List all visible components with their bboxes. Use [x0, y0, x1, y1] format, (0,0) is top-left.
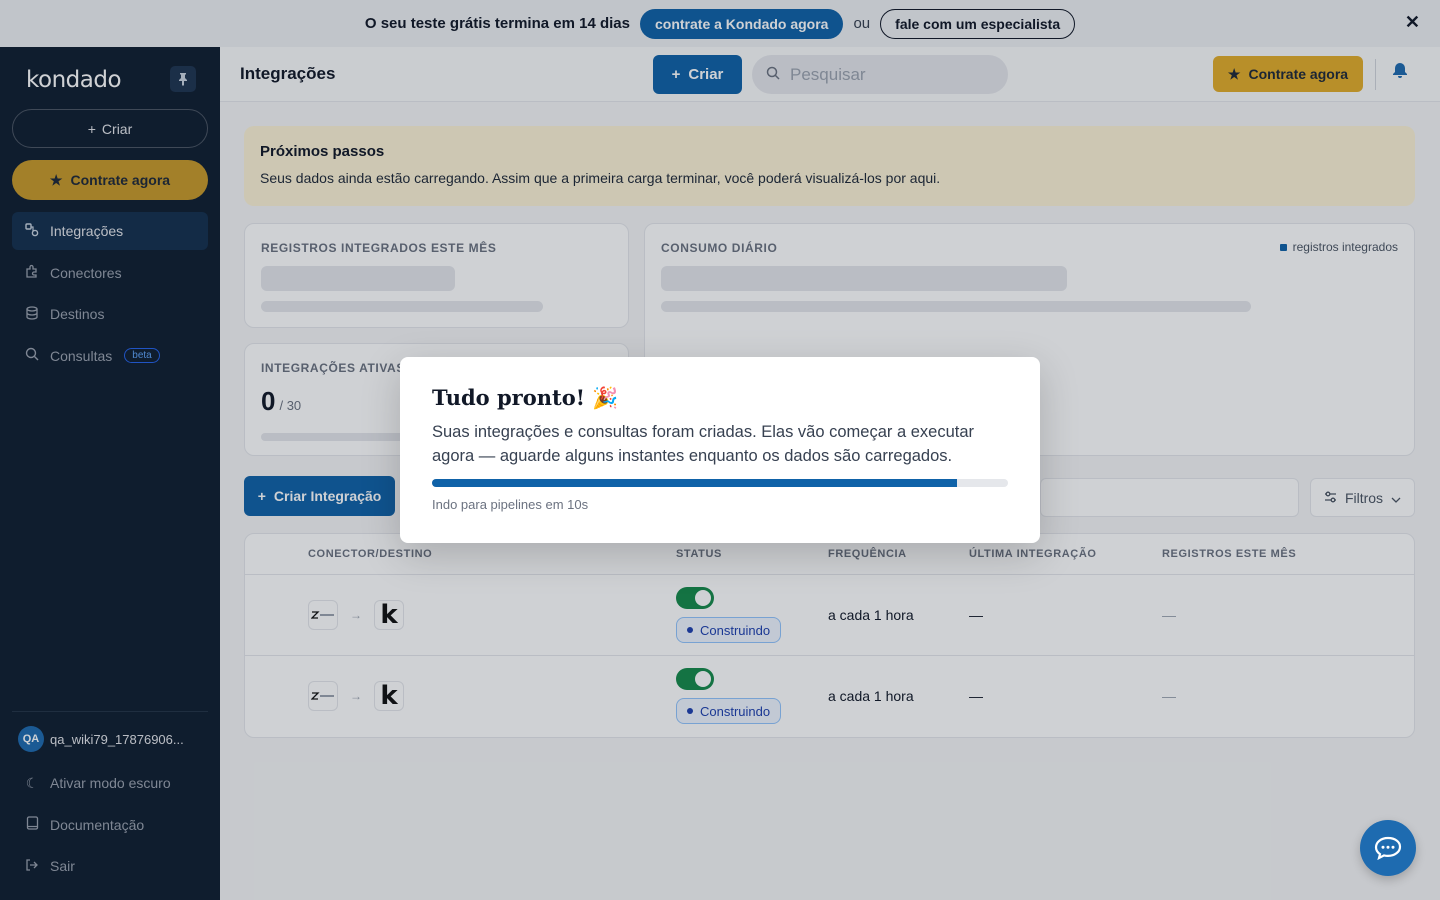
chat-icon[interactable] [1360, 820, 1416, 876]
modal-title: Tudo pronto! 🎉 [432, 385, 619, 410]
progress-fill [432, 479, 958, 487]
modal-body: Suas integrações e consultas foram criad… [432, 423, 975, 465]
redirect-text: Indo para pipelines em 10s [432, 497, 589, 512]
setup-complete-modal: Tudo pronto! 🎉 Suas integrações e consul… [400, 357, 1040, 543]
redirect-progress-bar [432, 479, 1008, 487]
